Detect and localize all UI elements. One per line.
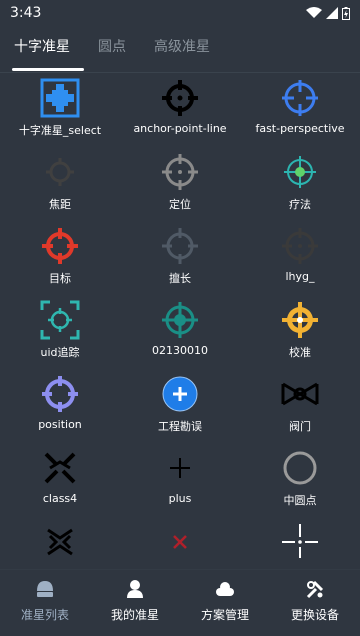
wifi-icon	[306, 7, 322, 18]
crosshair-item[interactable]: plus	[120, 444, 240, 518]
nav-my-crosshair[interactable]: 我的准星	[90, 570, 180, 636]
crosshair-label: 焦距	[49, 198, 71, 211]
bottom-nav: 准星列表 我的准星 方案管理 更换设备	[0, 569, 360, 636]
tab-bar: 十字准星 圆点 高级准星	[0, 32, 360, 72]
nav-label: 准星列表	[20, 608, 69, 622]
crosshair-item[interactable]: 阀门	[240, 370, 360, 444]
crosshair-item[interactable]: 焦距	[0, 148, 120, 222]
skill-crosshair-icon	[162, 228, 198, 264]
crosshair-item[interactable]	[0, 518, 120, 558]
crosshair-label: uid追踪	[40, 346, 80, 359]
chevron-x-crosshair-icon	[47, 528, 73, 556]
tab-dot[interactable]: 圆点	[84, 32, 140, 72]
tab-advanced[interactable]: 高级准星	[140, 32, 224, 72]
crosshair-item[interactable]: 定位	[120, 148, 240, 222]
nav-label: 我的准星	[110, 608, 159, 622]
crosshair-label: fast-perspective	[255, 122, 345, 135]
tab-advanced-label: 高级准星	[154, 39, 210, 55]
nav-label: 更换设备	[290, 608, 339, 622]
number-crosshair-icon	[162, 302, 198, 338]
crosshair-item[interactable]: 目标	[0, 222, 120, 296]
crosshair-item[interactable]: 校准	[240, 296, 360, 370]
crosshair-item[interactable]: 疗法	[240, 148, 360, 222]
crosshair-label: 疗法	[289, 198, 311, 211]
valve-crosshair-icon	[281, 382, 319, 406]
square-crosshair-icon	[40, 78, 80, 118]
crosshair-item[interactable]	[120, 518, 240, 558]
crosshair-label: lhyg_	[285, 270, 315, 283]
crosshair-item[interactable]: 十字准星_select	[0, 74, 120, 148]
crosshair-item[interactable]	[240, 518, 360, 558]
locate-crosshair-icon	[162, 154, 198, 190]
nav-label: 方案管理	[200, 608, 249, 622]
plus-crosshair-icon	[170, 458, 190, 478]
crosshair-item[interactable]: fast-perspective	[240, 74, 360, 148]
x-chevron-crosshair-icon	[44, 452, 76, 484]
small-x-crosshair-icon	[173, 535, 187, 549]
signal-icon	[326, 7, 338, 19]
crosshair-label: 工程勘误	[158, 420, 202, 433]
crosshair-label: anchor-point-line	[133, 122, 227, 135]
crosshair-label: 目标	[49, 272, 71, 285]
crosshair-item[interactable]: 擅长	[120, 222, 240, 296]
crosshair-label: class4	[42, 492, 78, 505]
perspective-crosshair-icon	[282, 80, 318, 116]
crosshair-item[interactable]: lhyg_	[240, 222, 360, 296]
crosshair-label: position	[38, 418, 82, 431]
crosshair-grid: 十字准星_select anchor-point-line fast-persp…	[0, 74, 360, 558]
lhyg-crosshair-icon	[282, 228, 318, 264]
crosshair-label: plus	[168, 492, 192, 505]
wrench-icon	[306, 580, 324, 599]
crosshair-item[interactable]: uid追踪	[0, 296, 120, 370]
nav-crosshair-list[interactable]: 准星列表	[0, 570, 90, 636]
status-time: 3:43	[10, 5, 42, 21]
position-crosshair-icon	[42, 376, 78, 412]
target-crosshair-icon	[42, 228, 78, 264]
nav-change-device[interactable]: 更换设备	[270, 570, 360, 636]
crosshair-item[interactable]: position	[0, 370, 120, 444]
therapy-crosshair-icon	[284, 156, 316, 188]
calibrate-crosshair-icon	[282, 302, 318, 338]
crosshair-label: 十字准星_select	[18, 124, 102, 137]
crosshair-item[interactable]: 中圆点	[240, 444, 360, 518]
tab-crosshair[interactable]: 十字准星	[0, 32, 84, 72]
crosshair-list-icon	[37, 581, 53, 597]
gap-cross-crosshair-icon	[282, 524, 318, 558]
crosshair-label: 定位	[169, 198, 191, 211]
battery-icon	[342, 6, 350, 20]
crosshair-label: 02130010	[152, 344, 208, 357]
tab-indicator	[12, 68, 84, 71]
crosshair-label: 校准	[289, 346, 311, 359]
crosshair-item[interactable]: anchor-point-line	[120, 74, 240, 148]
crosshair-item[interactable]: 02130010	[120, 296, 240, 370]
cloud-icon	[216, 582, 234, 596]
tab-crosshair-label: 十字准星	[14, 39, 70, 55]
crosshair-item[interactable]: class4	[0, 444, 120, 518]
crosshair-label: 擅长	[169, 272, 191, 285]
crosshair-label: 阀门	[289, 420, 311, 433]
tab-divider	[0, 72, 360, 73]
anchor-crosshair-icon	[162, 80, 198, 116]
engineering-crosshair-icon	[162, 376, 198, 412]
status-bar: 3:43	[0, 0, 360, 26]
focus-crosshair-icon	[46, 158, 74, 186]
circle-crosshair-icon	[283, 451, 317, 485]
tab-dot-label: 圆点	[98, 39, 126, 55]
status-icons	[306, 6, 350, 20]
crosshair-label: 中圆点	[283, 494, 317, 507]
user-icon	[127, 580, 143, 598]
uid-tracking-crosshair-icon	[40, 300, 80, 340]
crosshair-item[interactable]: 工程勘误	[120, 370, 240, 444]
nav-scheme-management[interactable]: 方案管理	[180, 570, 270, 636]
